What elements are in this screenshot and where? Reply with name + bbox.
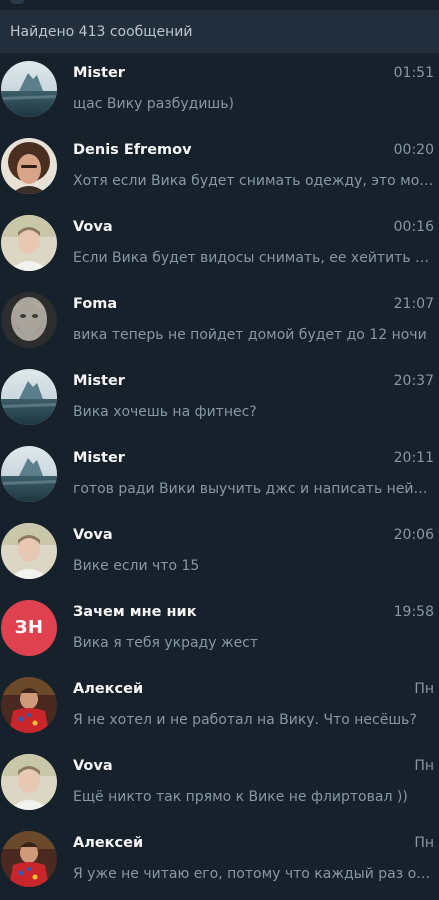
message-result-row[interactable]: Mister 01:51 щас Вику разбудишь) <box>0 53 439 130</box>
avatar <box>1 523 57 579</box>
message-time: 19:58 <box>393 604 434 620</box>
message-result-row[interactable]: Denis Efremov 00:20 Хотя если Вика будет с… <box>0 130 439 207</box>
sender-name: Mister <box>73 450 125 466</box>
search-results-count: Найдено 413 сообщений <box>0 10 439 53</box>
message-preview: Если Вика будет видосы снимать, ее хейти… <box>73 250 434 266</box>
message-time: Пн <box>414 758 434 774</box>
message-result-row[interactable]: Foma 21:07 вика теперь не пойдет домой буд… <box>0 284 439 361</box>
avatar <box>1 215 57 271</box>
message-time: 20:37 <box>393 373 434 389</box>
sender-name: Зачем мне ник <box>73 604 197 620</box>
message-result-row[interactable]: Vova Пн Ещё никто так прямо к Вике не флир… <box>0 746 439 823</box>
message-time: 20:06 <box>393 527 434 543</box>
message-time: 21:07 <box>393 296 434 312</box>
message-result-row[interactable]: Vova 20:06 Вике если что 15 <box>0 515 439 592</box>
message-time: Пн <box>414 835 434 851</box>
avatar <box>1 292 57 348</box>
avatar <box>1 369 57 425</box>
sender-name: Алексей <box>73 835 144 851</box>
message-preview: Вика хочешь на фитнес? <box>73 404 257 420</box>
avatar <box>1 138 57 194</box>
message-time: 00:16 <box>393 219 434 235</box>
message-preview: Я не хотел и не работал на Вику. Что нес… <box>73 712 417 728</box>
message-time: Пн <box>414 681 434 697</box>
message-preview: Хотя если Вика будет снимать одежду, это… <box>73 173 434 189</box>
message-preview: Вике если что 15 <box>73 558 200 574</box>
message-preview: щас Вику разбудишь) <box>73 96 234 112</box>
sender-name: Vova <box>73 527 113 543</box>
avatar <box>1 831 57 887</box>
message-time: 00:20 <box>393 142 434 158</box>
sender-name: Mister <box>73 373 125 389</box>
search-scope-tab[interactable] <box>10 0 24 4</box>
sender-name: Mister <box>73 65 125 81</box>
message-preview: Я уже не читаю его, потому что каждый ра… <box>73 866 434 882</box>
message-time: 20:11 <box>393 450 434 466</box>
message-results-list: Mister 01:51 щас Вику разбудишь) Denis Efre… <box>0 53 439 900</box>
message-preview: вика теперь не пойдет домой будет до 12 … <box>73 327 427 343</box>
message-result-row[interactable]: Vova 00:16 Если Вика будет видосы снимать,… <box>0 207 439 284</box>
message-preview: Ещё никто так прямо к Вике не флиртовал … <box>73 789 408 805</box>
avatar-initials: ЗН <box>14 617 44 638</box>
sender-name: Foma <box>73 296 118 312</box>
sender-name: Vova <box>73 758 113 774</box>
message-preview: готов ради Вики выучить джс и написать н… <box>73 481 434 497</box>
avatar: ЗН <box>1 600 57 656</box>
avatar <box>1 677 57 733</box>
message-result-row[interactable]: Mister 20:11 готов ради Вики выучить джс и… <box>0 438 439 515</box>
sender-name: Алексей <box>73 681 144 697</box>
message-result-row[interactable]: Алексей Пн Я уже не читаю его, потому что … <box>0 823 439 900</box>
avatar <box>1 754 57 810</box>
top-bar <box>0 0 439 10</box>
avatar <box>1 446 57 502</box>
message-time: 01:51 <box>393 65 434 81</box>
message-result-row[interactable]: ЗН Зачем мне ник 19:58 Вика я тебя украду ж… <box>0 592 439 669</box>
message-result-row[interactable]: Алексей Пн Я не хотел и не работал на Вику… <box>0 669 439 746</box>
message-preview: Вика я тебя украду жест <box>73 635 259 651</box>
avatar <box>1 61 57 117</box>
message-result-row[interactable]: Mister 20:37 Вика хочешь на фитнес? <box>0 361 439 438</box>
sender-name: Vova <box>73 219 113 235</box>
sender-name: Denis Efremov <box>73 142 192 158</box>
